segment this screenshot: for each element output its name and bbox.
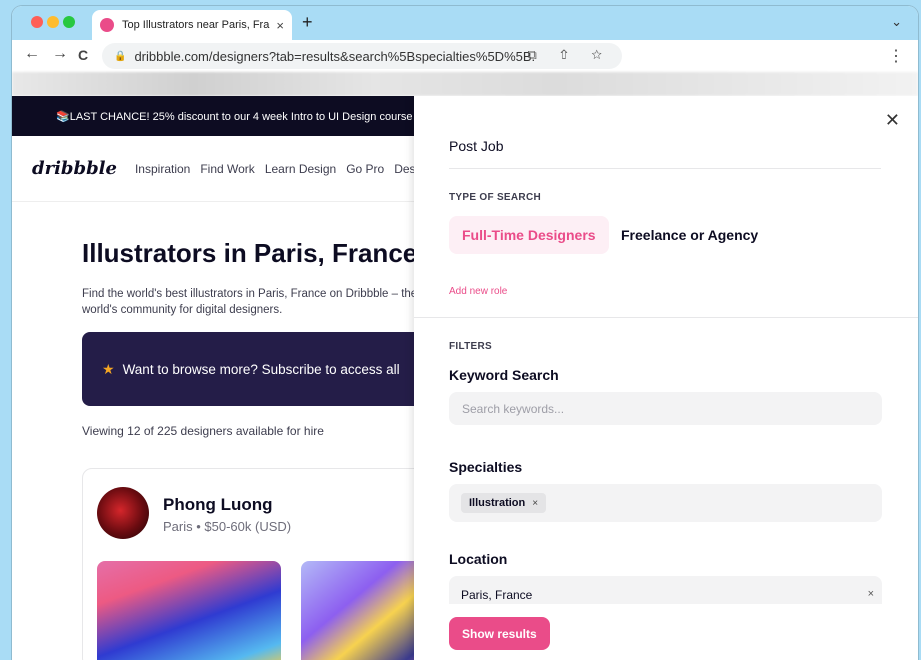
divider	[449, 168, 881, 169]
browser-tab[interactable]: Top Illustrators near Paris, France ×	[92, 10, 292, 40]
reload-button[interactable]: C	[78, 47, 88, 63]
freelance-agency-option[interactable]: Freelance or Agency	[621, 216, 758, 254]
url-text[interactable]: dribbble.com/designers?tab=results&searc…	[134, 49, 534, 64]
clear-location-icon[interactable]: ×	[868, 588, 874, 600]
add-new-role-link[interactable]: Add new role	[449, 286, 507, 297]
tab-search-button[interactable]: ⌄	[891, 14, 902, 30]
designer-meta: Paris • $50-60k (USD)	[163, 519, 292, 534]
results-count: Viewing 12 of 225 designers available fo…	[82, 424, 324, 438]
specialties-field[interactable]: Illustration ×	[449, 484, 882, 522]
new-tab-button[interactable]: +	[302, 12, 313, 33]
browser-menu-button[interactable]: ⋮	[888, 46, 904, 66]
nav-inspiration[interactable]: Inspiration	[135, 162, 190, 176]
address-bar[interactable]: 🔒 dribbble.com/designers?tab=results&sea…	[102, 43, 622, 69]
subscribe-text: Want to browse more? Subscribe to access…	[122, 361, 400, 377]
specialty-chip-label: Illustration	[469, 497, 526, 509]
dribbble-favicon-icon	[100, 18, 114, 32]
filter-panel: ✕ Post Job TYPE OF SEARCH Full-Time Desi…	[414, 96, 918, 660]
designer-name[interactable]: Phong Luong	[163, 495, 273, 515]
browser-toolbar: ← → C 🔒 dribbble.com/designers?tab=resul…	[12, 40, 918, 72]
back-button[interactable]: ←	[24, 45, 40, 63]
type-of-search-heading: TYPE OF SEARCH	[449, 192, 541, 203]
close-icon[interactable]: ✕	[885, 110, 900, 131]
location-label: Location	[449, 551, 508, 567]
tab-close-icon[interactable]: ×	[276, 18, 284, 33]
divider	[414, 317, 918, 318]
nav-learn-design[interactable]: Learn Design	[265, 162, 336, 176]
shot-thumbnail[interactable]	[97, 561, 281, 660]
keyword-search-label: Keyword Search	[449, 367, 559, 383]
page-title: Illustrators in Paris, France	[82, 238, 418, 268]
specialty-chip[interactable]: Illustration ×	[461, 493, 547, 513]
post-job-link[interactable]: Post Job	[449, 138, 503, 154]
tab-strip: Top Illustrators near Paris, France × + …	[12, 6, 918, 40]
avatar[interactable]	[97, 487, 149, 539]
close-window-button[interactable]	[31, 16, 43, 28]
remove-chip-icon[interactable]: ×	[532, 498, 538, 509]
tab-title: Top Illustrators near Paris, France	[122, 19, 270, 31]
specialties-label: Specialties	[449, 459, 523, 475]
maximize-window-button[interactable]	[63, 16, 75, 28]
show-results-button[interactable]: Show results	[449, 617, 550, 650]
page-intro: Find the world's best illustrators in Pa…	[82, 288, 418, 316]
nav-find-work[interactable]: Find Work	[200, 162, 254, 176]
star-icon: ★	[102, 360, 115, 377]
nav-go-pro[interactable]: Go Pro	[346, 162, 384, 176]
full-time-designers-option[interactable]: Full-Time Designers	[449, 216, 609, 254]
omnibox-actions-icon[interactable]: ⧉ ⇧ ☆	[528, 47, 612, 63]
designer-card[interactable]: Phong Luong Paris • $50-60k (USD)	[82, 468, 451, 660]
browser-window: Top Illustrators near Paris, France × + …	[12, 6, 918, 660]
filters-heading: FILTERS	[449, 341, 493, 352]
site-header: dribbble Inspiration Find Work Learn Des…	[12, 136, 432, 202]
minimize-window-button[interactable]	[47, 16, 59, 28]
location-value: Paris, France	[461, 588, 533, 602]
keyword-search-input[interactable]	[449, 392, 882, 425]
subscribe-banner[interactable]: ★ Want to browse more? Subscribe to acce…	[82, 332, 442, 406]
web-page: 📚LAST CHANCE! 25% discount to our 4 week…	[12, 96, 918, 660]
lock-icon[interactable]: 🔒	[114, 51, 126, 62]
forward-button[interactable]: →	[52, 45, 68, 63]
dribbble-logo[interactable]: dribbble	[32, 158, 117, 179]
promo-banner[interactable]: 📚LAST CHANCE! 25% discount to our 4 week…	[12, 96, 432, 136]
bookmarks-bar	[12, 72, 918, 96]
